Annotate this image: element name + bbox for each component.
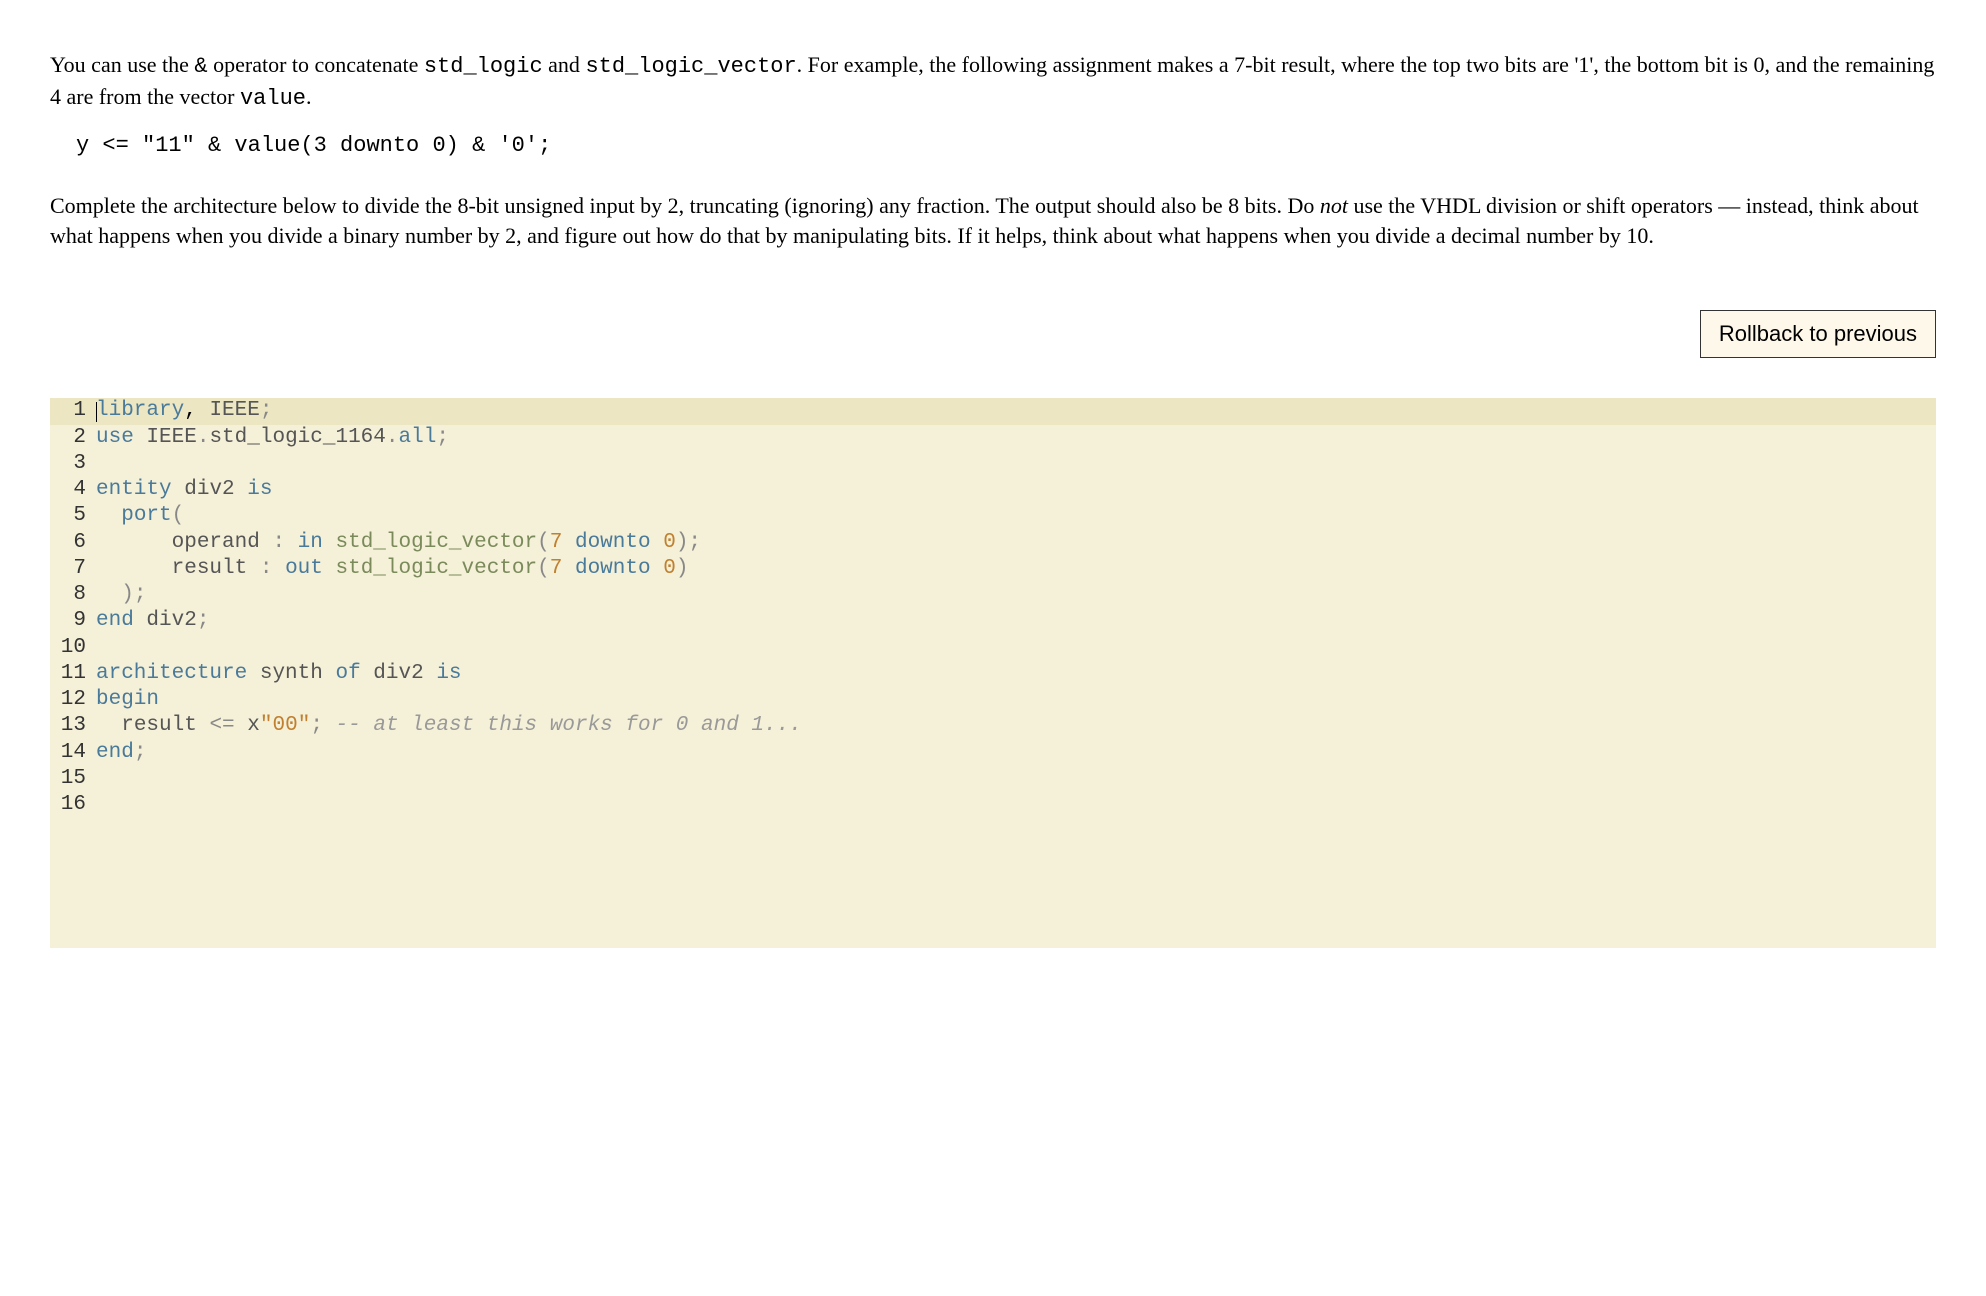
inline-code: value: [240, 86, 306, 111]
text: Complete the architecture below to divid…: [50, 193, 1320, 218]
editor-line[interactable]: 7 result : out std_logic_vector(7 downto…: [50, 556, 1936, 582]
code-editor[interactable]: 1library, IEEE;2use IEEE.std_logic_1164.…: [50, 398, 1936, 948]
code-line-content[interactable]: use IEEE.std_logic_1164.all;: [96, 425, 1936, 451]
code-line-content[interactable]: begin: [96, 687, 1936, 713]
text: You can use the: [50, 52, 194, 77]
code-line-content[interactable]: library, IEEE;: [96, 398, 1936, 424]
editor-line[interactable]: 14end;: [50, 740, 1936, 766]
line-number: 4: [50, 477, 96, 503]
rollback-button[interactable]: Rollback to previous: [1700, 310, 1936, 358]
editor-line[interactable]: 5 port(: [50, 503, 1936, 529]
code-line-content[interactable]: operand : in std_logic_vector(7 downto 0…: [96, 530, 1936, 556]
line-number: 3: [50, 451, 96, 477]
editor-line[interactable]: 13 result <= x"00"; -- at least this wor…: [50, 713, 1936, 739]
line-number: 6: [50, 530, 96, 556]
editor-line[interactable]: 6 operand : in std_logic_vector(7 downto…: [50, 530, 1936, 556]
code-line-content[interactable]: result : out std_logic_vector(7 downto 0…: [96, 556, 1936, 582]
editor-line[interactable]: 4entity div2 is: [50, 477, 1936, 503]
line-number: 2: [50, 425, 96, 451]
line-number: 13: [50, 713, 96, 739]
line-number: 8: [50, 582, 96, 608]
line-number: 11: [50, 661, 96, 687]
emphasis-text: not: [1320, 193, 1348, 218]
editor-line[interactable]: 12begin: [50, 687, 1936, 713]
instruction-text: You can use the & operator to concatenat…: [50, 50, 1936, 250]
line-number: 12: [50, 687, 96, 713]
text: and: [543, 52, 586, 77]
code-example: y <= "11" & value(3 downto 0) & '0';: [76, 131, 1936, 161]
code-line-content[interactable]: entity div2 is: [96, 477, 1936, 503]
code-line-content[interactable]: architecture synth of div2 is: [96, 661, 1936, 687]
editor-line[interactable]: 11architecture synth of div2 is: [50, 661, 1936, 687]
code-line-content[interactable]: end;: [96, 740, 1936, 766]
line-number: 9: [50, 608, 96, 634]
inline-code: std_logic: [424, 54, 543, 79]
paragraph-1: You can use the & operator to concatenat…: [50, 50, 1936, 113]
text: .: [306, 84, 312, 109]
button-row: Rollback to previous: [50, 310, 1936, 358]
paragraph-2: Complete the architecture below to divid…: [50, 191, 1936, 250]
code-line-content[interactable]: );: [96, 582, 1936, 608]
editor-line[interactable]: 15: [50, 766, 1936, 792]
editor-line[interactable]: 8 );: [50, 582, 1936, 608]
line-number: 16: [50, 792, 96, 818]
editor-line[interactable]: 3: [50, 451, 1936, 477]
line-number: 1: [50, 398, 96, 424]
editor-line[interactable]: 9end div2;: [50, 608, 1936, 634]
editor-line[interactable]: 2use IEEE.std_logic_1164.all;: [50, 425, 1936, 451]
code-line-content[interactable]: end div2;: [96, 608, 1936, 634]
code-line-content[interactable]: result <= x"00"; -- at least this works …: [96, 713, 1936, 739]
inline-code: std_logic_vector: [585, 54, 796, 79]
editor-line[interactable]: 1library, IEEE;: [50, 398, 1936, 424]
line-number: 7: [50, 556, 96, 582]
line-number: 5: [50, 503, 96, 529]
code-line-content[interactable]: port(: [96, 503, 1936, 529]
line-number: 15: [50, 766, 96, 792]
inline-code: &: [194, 54, 207, 79]
line-number: 14: [50, 740, 96, 766]
line-number: 10: [50, 635, 96, 661]
text: operator to concatenate: [208, 52, 424, 77]
editor-line[interactable]: 16: [50, 792, 1936, 818]
editor-line[interactable]: 10: [50, 635, 1936, 661]
